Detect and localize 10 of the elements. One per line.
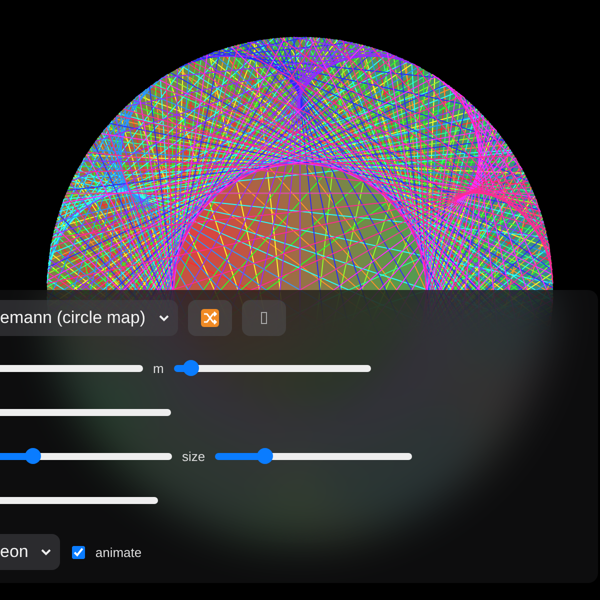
slider-label: size bbox=[182, 448, 206, 464]
missing-glyph-icon bbox=[260, 312, 266, 324]
glyph-button[interactable] bbox=[242, 300, 286, 336]
preset-dropdown[interactable]: emann (circle map) bbox=[0, 300, 178, 336]
palette-dropdown[interactable]: eon bbox=[0, 534, 60, 570]
animate-checkbox[interactable] bbox=[72, 546, 86, 558]
shuffle-icon bbox=[200, 309, 218, 327]
shuffle-button[interactable] bbox=[188, 300, 232, 336]
checkbox-label: animate bbox=[95, 544, 142, 560]
slider-label: m bbox=[153, 360, 164, 376]
